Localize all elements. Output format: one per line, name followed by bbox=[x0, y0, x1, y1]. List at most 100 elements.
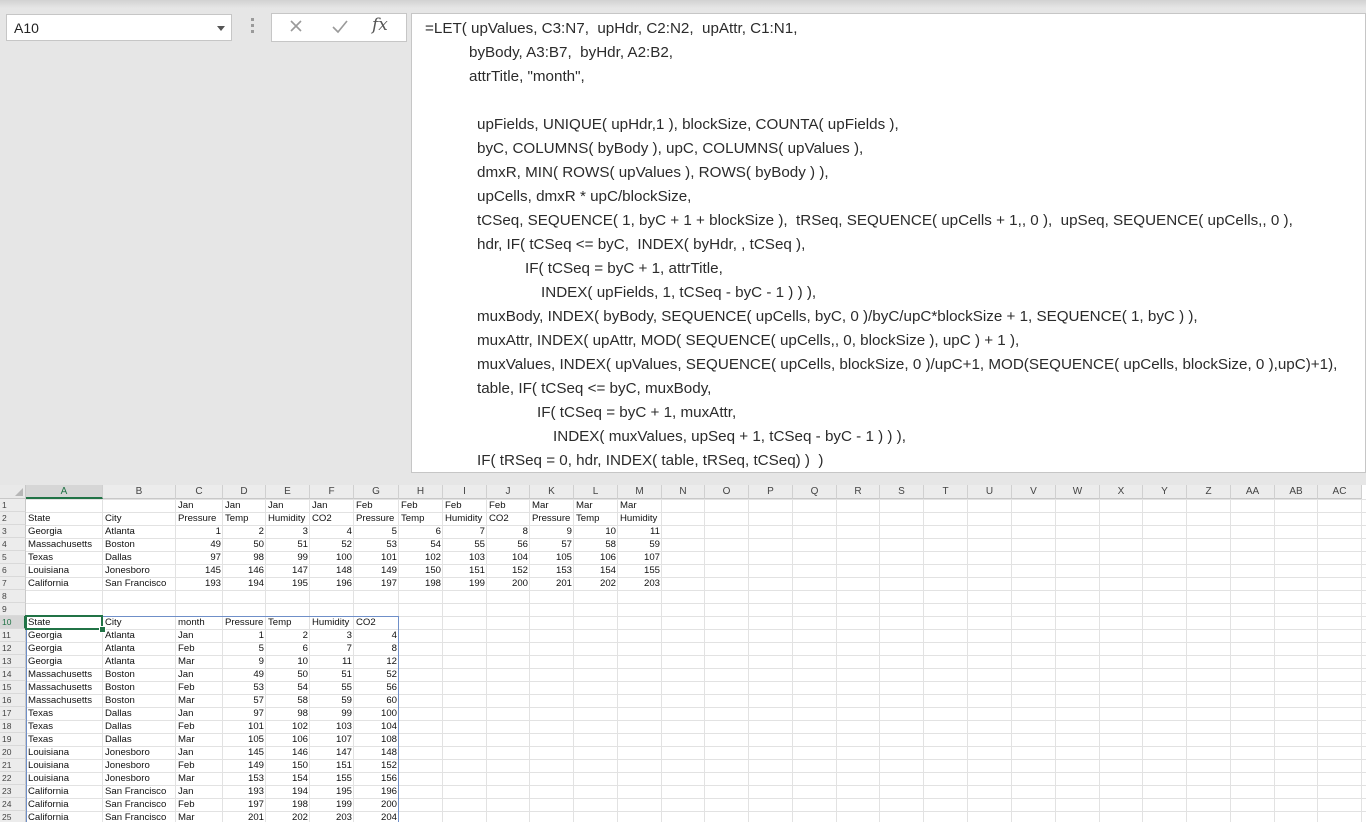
row-header[interactable]: 23 bbox=[0, 785, 26, 798]
cell[interactable]: 52 bbox=[354, 668, 399, 681]
cell[interactable]: 54 bbox=[399, 538, 443, 551]
cell[interactable]: 201 bbox=[530, 577, 574, 590]
cell[interactable]: City bbox=[103, 616, 176, 629]
cell[interactable]: Jonesboro bbox=[103, 564, 176, 577]
cell[interactable]: Dallas bbox=[103, 720, 176, 733]
cell[interactable]: 11 bbox=[310, 655, 354, 668]
row-header[interactable]: 2 bbox=[0, 512, 26, 525]
cell[interactable]: 146 bbox=[266, 746, 310, 759]
cell[interactable]: Jan bbox=[176, 629, 223, 642]
enter-check-icon[interactable] bbox=[326, 16, 356, 39]
cell[interactable]: 1 bbox=[223, 629, 266, 642]
cell[interactable]: Louisiana bbox=[26, 759, 103, 772]
insert-function-icon[interactable]: fx bbox=[372, 15, 402, 38]
cell[interactable]: Jan bbox=[310, 499, 354, 512]
cell[interactable]: 203 bbox=[618, 577, 662, 590]
cell[interactable]: San Francisco bbox=[103, 798, 176, 811]
cell[interactable]: 55 bbox=[310, 681, 354, 694]
cell[interactable]: 9 bbox=[530, 525, 574, 538]
cell[interactable]: Massachusetts bbox=[26, 538, 103, 551]
cell[interactable]: 9 bbox=[223, 655, 266, 668]
cell[interactable]: Pressure bbox=[354, 512, 399, 525]
cell[interactable]: Georgia bbox=[26, 629, 103, 642]
cell[interactable]: San Francisco bbox=[103, 811, 176, 822]
cell[interactable]: Louisiana bbox=[26, 564, 103, 577]
cell[interactable]: Dallas bbox=[103, 733, 176, 746]
cell[interactable]: Humidity bbox=[266, 512, 310, 525]
cell[interactable]: Feb bbox=[443, 499, 487, 512]
column-header-ac[interactable]: AC bbox=[1318, 485, 1362, 499]
cell[interactable]: 60 bbox=[354, 694, 399, 707]
cell[interactable]: 154 bbox=[266, 772, 310, 785]
cell[interactable]: 156 bbox=[354, 772, 399, 785]
cell[interactable]: Jan bbox=[176, 668, 223, 681]
cell[interactable]: 105 bbox=[530, 551, 574, 564]
cell[interactable]: 108 bbox=[354, 733, 399, 746]
cell[interactable]: Texas bbox=[26, 720, 103, 733]
cell[interactable]: Feb bbox=[176, 720, 223, 733]
column-header-j[interactable]: J bbox=[487, 485, 530, 499]
cell[interactable]: month bbox=[176, 616, 223, 629]
cell[interactable]: Dallas bbox=[103, 707, 176, 720]
row-header[interactable]: 20 bbox=[0, 746, 26, 759]
cell[interactable]: 106 bbox=[266, 733, 310, 746]
cell[interactable]: CO2 bbox=[310, 512, 354, 525]
cell[interactable]: State bbox=[26, 616, 103, 629]
cell[interactable]: Jonesboro bbox=[103, 759, 176, 772]
cell[interactable]: 197 bbox=[354, 577, 399, 590]
row-header[interactable]: 17 bbox=[0, 707, 26, 720]
cell[interactable]: 55 bbox=[443, 538, 487, 551]
select-all-button[interactable] bbox=[0, 485, 26, 499]
cell[interactable]: 7 bbox=[443, 525, 487, 538]
cell[interactable]: Jan bbox=[176, 707, 223, 720]
row-header[interactable]: 6 bbox=[0, 564, 26, 577]
cell[interactable]: Mar bbox=[574, 499, 618, 512]
cell[interactable]: 196 bbox=[310, 577, 354, 590]
row-header[interactable]: 10 bbox=[0, 616, 26, 629]
cell[interactable]: Texas bbox=[26, 551, 103, 564]
cell[interactable]: California bbox=[26, 785, 103, 798]
cell[interactable]: 194 bbox=[266, 785, 310, 798]
cell[interactable]: Feb bbox=[487, 499, 530, 512]
column-header-l[interactable]: L bbox=[574, 485, 618, 499]
cell[interactable]: 11 bbox=[618, 525, 662, 538]
cell[interactable]: 58 bbox=[266, 694, 310, 707]
row-header[interactable]: 3 bbox=[0, 525, 26, 538]
row-header[interactable]: 4 bbox=[0, 538, 26, 551]
cell[interactable]: 145 bbox=[223, 746, 266, 759]
row-header[interactable]: 7 bbox=[0, 577, 26, 590]
cell[interactable]: 103 bbox=[310, 720, 354, 733]
cell[interactable]: 102 bbox=[266, 720, 310, 733]
cell[interactable]: Jonesboro bbox=[103, 772, 176, 785]
column-header-p[interactable]: P bbox=[749, 485, 793, 499]
cell[interactable]: 149 bbox=[354, 564, 399, 577]
cell[interactable]: 199 bbox=[310, 798, 354, 811]
row-header[interactable]: 12 bbox=[0, 642, 26, 655]
cell[interactable]: 100 bbox=[354, 707, 399, 720]
cell[interactable]: 50 bbox=[223, 538, 266, 551]
cell[interactable]: 3 bbox=[266, 525, 310, 538]
cell[interactable]: 195 bbox=[266, 577, 310, 590]
cell[interactable]: 197 bbox=[223, 798, 266, 811]
cell[interactable]: Humidity bbox=[618, 512, 662, 525]
cell[interactable]: 198 bbox=[399, 577, 443, 590]
row-header[interactable]: 22 bbox=[0, 772, 26, 785]
column-header-h[interactable]: H bbox=[399, 485, 443, 499]
row-header[interactable]: 19 bbox=[0, 733, 26, 746]
row-header[interactable]: 11 bbox=[0, 629, 26, 642]
formula-bar-input[interactable]: =LET( upValues, C3:N7, upHdr, C2:N2, upA… bbox=[411, 13, 1366, 473]
cell[interactable]: 154 bbox=[574, 564, 618, 577]
cell[interactable]: Boston bbox=[103, 538, 176, 551]
cell[interactable]: Jan bbox=[266, 499, 310, 512]
cell[interactable]: Pressure bbox=[176, 512, 223, 525]
cell[interactable]: Mar bbox=[176, 772, 223, 785]
cell[interactable]: Texas bbox=[26, 733, 103, 746]
row-header[interactable]: 25 bbox=[0, 811, 26, 822]
cell[interactable]: 104 bbox=[354, 720, 399, 733]
cell[interactable]: Atlanta bbox=[103, 642, 176, 655]
column-header-z[interactable]: Z bbox=[1187, 485, 1231, 499]
cell[interactable]: 147 bbox=[310, 746, 354, 759]
cell[interactable]: 105 bbox=[223, 733, 266, 746]
cell[interactable]: 8 bbox=[354, 642, 399, 655]
cell[interactable]: 50 bbox=[266, 668, 310, 681]
